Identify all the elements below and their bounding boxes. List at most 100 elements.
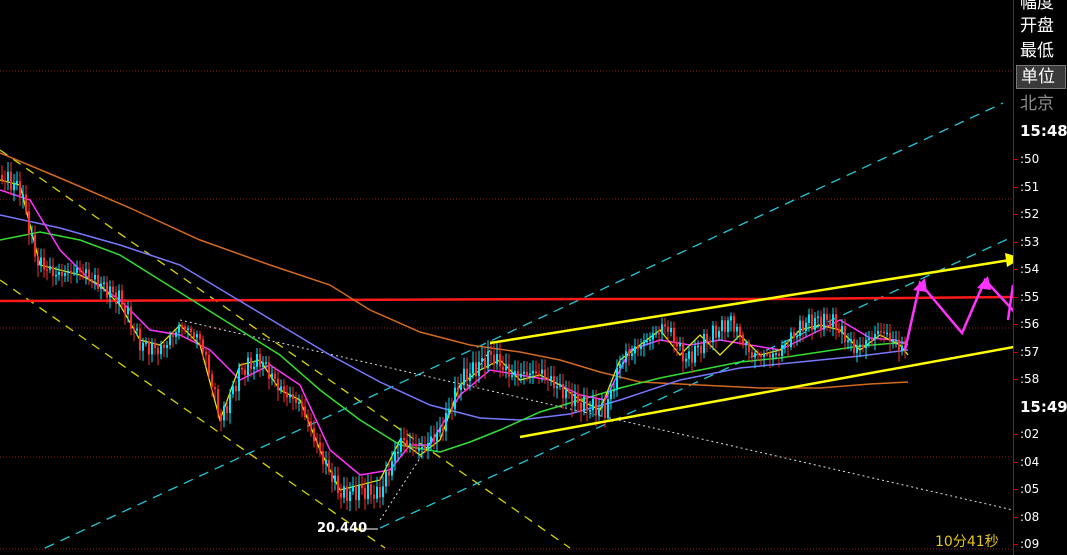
candle-body (478, 361, 480, 376)
candle-body (175, 332, 177, 337)
time-tick: :58 (1013, 372, 1040, 386)
candle-body (148, 342, 150, 355)
candle-body (829, 319, 831, 327)
candle-body (277, 378, 279, 391)
time-tick: :09 (1013, 537, 1040, 551)
candle-body (577, 393, 579, 403)
candle-body (298, 402, 300, 404)
candle-body (91, 279, 93, 281)
candle-body (538, 373, 540, 376)
candle-body (280, 386, 282, 391)
candle-body (520, 373, 522, 378)
candle-body (328, 459, 330, 472)
candle-body (604, 403, 606, 418)
candle-body (331, 471, 333, 483)
candle-body (289, 394, 291, 398)
candle-body (877, 331, 879, 334)
candle-body (16, 180, 18, 184)
candle-body (310, 421, 312, 429)
candle-body (229, 394, 231, 414)
candle-body (625, 351, 627, 363)
candle-body (250, 357, 252, 370)
candle-body (142, 342, 144, 351)
candle-body (628, 351, 630, 357)
candle-body (535, 370, 537, 374)
candle-body (796, 336, 798, 338)
candle-body (568, 390, 570, 393)
candle-body (703, 333, 705, 354)
candle-body (451, 408, 453, 411)
candle-body (481, 358, 483, 362)
candle-body (484, 358, 486, 369)
candle-body (88, 269, 90, 280)
time-tick: :02 (1013, 427, 1040, 441)
candle-body (856, 347, 858, 353)
candle-body (58, 272, 60, 275)
ascending-channel (44, 102, 1011, 549)
candle-body (460, 384, 462, 390)
candle-body (46, 269, 48, 271)
candle-body (748, 342, 750, 352)
candle-body (541, 369, 543, 374)
candle-body (706, 333, 708, 342)
candle-body (76, 268, 78, 273)
candle-body (682, 342, 684, 362)
candle-body (31, 234, 33, 237)
candle-body (397, 451, 399, 454)
time-tick: :50 (1013, 152, 1040, 166)
candle-body (412, 443, 414, 445)
candle-body (133, 328, 135, 331)
candle-body (883, 331, 885, 334)
candle-body (208, 354, 210, 375)
candle-body (514, 371, 516, 376)
candle-body (655, 332, 657, 335)
candle-body (667, 326, 669, 333)
unit-button[interactable]: 单位 (1016, 65, 1066, 89)
candle-body (67, 270, 69, 274)
sidebar-label-open: 开盘 (1020, 16, 1054, 36)
candle-body (274, 373, 276, 379)
candle-body (694, 345, 696, 363)
candle-body (613, 389, 615, 392)
candle-body (658, 332, 660, 335)
arrow-head-icon (1005, 253, 1013, 267)
candle-body (679, 342, 681, 347)
candle-body (637, 346, 639, 349)
candle-body (124, 304, 126, 315)
candle-body (454, 387, 456, 410)
candle-body (763, 353, 765, 357)
candle-body (871, 338, 873, 341)
candle-body (211, 374, 213, 388)
candle-body (172, 335, 174, 337)
candle-body (34, 234, 36, 257)
candle-body (268, 362, 270, 379)
candle-body (769, 353, 771, 358)
candle-body (775, 353, 777, 355)
time-tick: :55 (1013, 290, 1040, 304)
candle-body (214, 387, 216, 390)
candle-body (319, 442, 321, 451)
candle-body (634, 346, 636, 354)
candle-body (334, 475, 336, 483)
candle-body (70, 270, 72, 274)
candle-body (259, 354, 261, 368)
candle-body (469, 373, 471, 382)
candle-body (247, 357, 249, 375)
candle-body (601, 403, 603, 408)
candle-body (265, 362, 267, 364)
candle-body (616, 367, 618, 390)
candle-body (262, 362, 264, 368)
candle-body (511, 375, 513, 377)
candle-body (244, 369, 246, 375)
candle-body (709, 341, 711, 343)
candle-body (241, 367, 243, 370)
time-tick: :05 (1013, 482, 1040, 496)
candle-body (673, 327, 675, 343)
candle-body (127, 306, 129, 315)
ma-slow-line (0, 231, 909, 453)
time-tick: :51 (1013, 180, 1040, 194)
time-tick: :04 (1013, 455, 1040, 469)
candle-body (115, 292, 117, 304)
candle-body (802, 320, 804, 332)
candle-body (433, 436, 435, 442)
